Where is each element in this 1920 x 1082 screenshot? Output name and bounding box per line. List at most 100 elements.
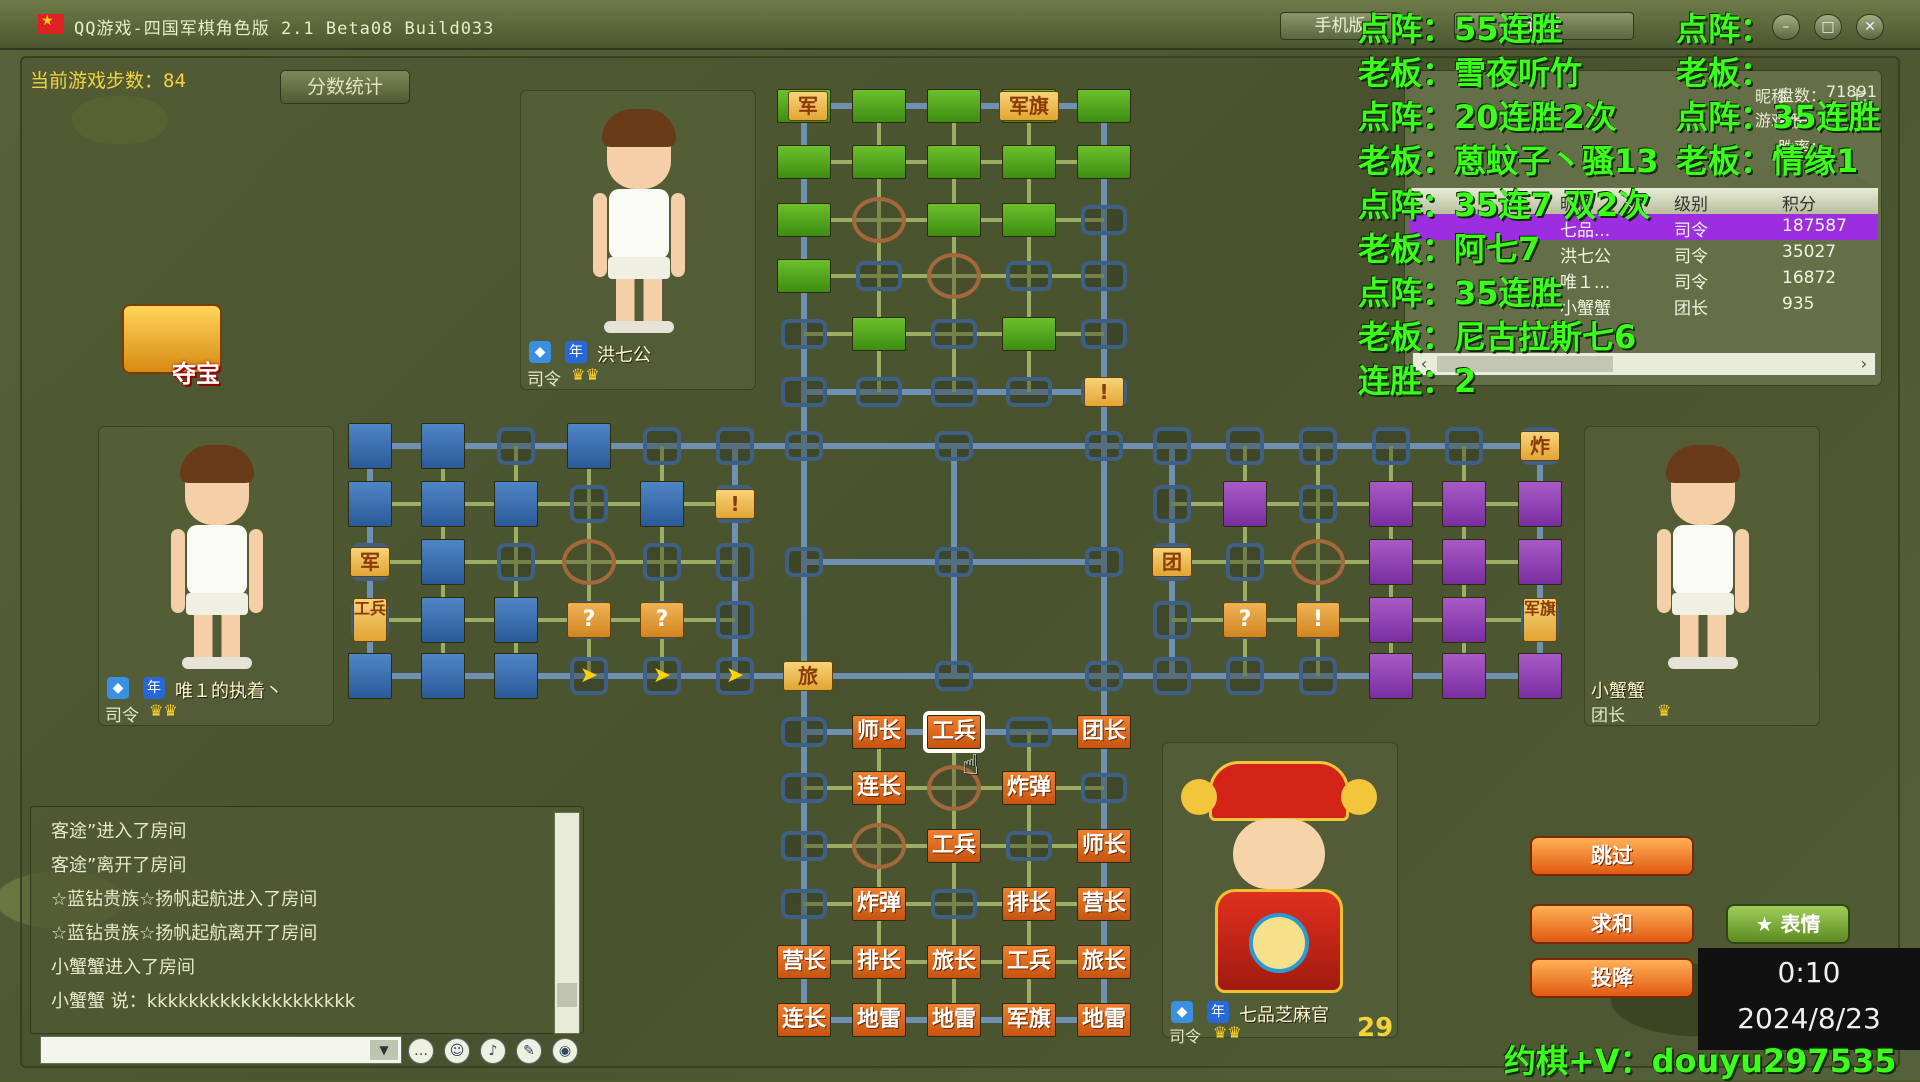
- enemy-piece[interactable]: [348, 423, 392, 469]
- chat-scrollbar[interactable]: [554, 812, 580, 1034]
- board-mark[interactable]: 团: [1152, 547, 1192, 577]
- my-piece[interactable]: 炸弹: [1002, 771, 1056, 805]
- col-score[interactable]: 积分: [1782, 190, 1816, 215]
- my-piece[interactable]: 师长: [852, 715, 906, 749]
- board-node[interactable]: [935, 431, 973, 461]
- board-node[interactable]: [931, 319, 977, 349]
- my-piece[interactable]: 排长: [1002, 887, 1056, 921]
- my-piece[interactable]: 连长: [852, 771, 906, 805]
- surrender-button[interactable]: 投降: [1530, 958, 1694, 998]
- enemy-piece[interactable]: [1442, 653, 1486, 699]
- my-piece[interactable]: 营长: [1077, 887, 1131, 921]
- scroll-thumb[interactable]: [557, 983, 577, 1007]
- enemy-piece[interactable]: [494, 481, 538, 527]
- camp-node[interactable]: [927, 253, 981, 299]
- my-piece[interactable]: 军旗: [1002, 1003, 1056, 1037]
- board-node[interactable]: [781, 773, 827, 803]
- enemy-piece[interactable]: [1002, 145, 1056, 179]
- my-piece[interactable]: 工兵: [927, 829, 981, 863]
- board-node[interactable]: [1153, 427, 1191, 465]
- enemy-piece[interactable]: [852, 317, 906, 351]
- my-piece[interactable]: 连长: [777, 1003, 831, 1037]
- board-node[interactable]: [716, 427, 754, 465]
- enemy-piece[interactable]: [852, 89, 906, 123]
- enemy-piece[interactable]: [1223, 481, 1267, 527]
- enemy-piece[interactable]: [567, 423, 611, 469]
- enemy-piece[interactable]: [421, 423, 465, 469]
- board-node[interactable]: [935, 547, 973, 577]
- enemy-piece[interactable]: [494, 597, 538, 643]
- my-piece[interactable]: 地雷: [1077, 1003, 1131, 1037]
- board-node[interactable]: [716, 543, 754, 581]
- enemy-piece[interactable]: [421, 539, 465, 585]
- board-node[interactable]: [1006, 377, 1052, 407]
- board-node[interactable]: [781, 319, 827, 349]
- board-mark[interactable]: 旅: [783, 661, 833, 691]
- board-node[interactable]: [1081, 205, 1127, 235]
- board-mark[interactable]: 军旗: [999, 91, 1059, 121]
- enemy-piece[interactable]: [1369, 539, 1413, 585]
- enemy-piece[interactable]: [1369, 653, 1413, 699]
- board-node[interactable]: [935, 661, 973, 691]
- enemy-piece[interactable]: [1077, 145, 1131, 179]
- chat-input[interactable]: [40, 1036, 402, 1064]
- board-node[interactable]: [781, 831, 827, 861]
- board-node[interactable]: [1153, 601, 1191, 639]
- board-node[interactable]: [785, 431, 823, 461]
- sound-icon[interactable]: ♪: [480, 1038, 506, 1064]
- board-mark[interactable]: 军: [788, 91, 828, 121]
- chat-bubble-icon[interactable]: …: [408, 1038, 434, 1064]
- my-piece[interactable]: 工兵: [1002, 945, 1056, 979]
- enemy-piece[interactable]: [927, 203, 981, 237]
- board-node[interactable]: [1445, 427, 1483, 465]
- board-node[interactable]: [781, 889, 827, 919]
- col-rank[interactable]: 级别: [1674, 190, 1708, 215]
- enemy-piece[interactable]: [1442, 481, 1486, 527]
- board-mark[interactable]: ?: [567, 602, 611, 638]
- my-piece[interactable]: 地雷: [927, 1003, 981, 1037]
- board-node[interactable]: [931, 377, 977, 407]
- board-mark[interactable]: 炸: [1520, 431, 1560, 461]
- board-node[interactable]: [1299, 427, 1337, 465]
- enemy-piece[interactable]: [421, 653, 465, 699]
- enemy-piece[interactable]: [777, 259, 831, 293]
- enemy-piece[interactable]: [1002, 317, 1056, 351]
- my-piece[interactable]: 工兵: [923, 711, 985, 753]
- board-node[interactable]: [1085, 547, 1123, 577]
- my-piece[interactable]: 旅长: [1077, 945, 1131, 979]
- board-node[interactable]: [1081, 319, 1127, 349]
- board-node[interactable]: [497, 427, 535, 465]
- skip-button[interactable]: 跳过: [1530, 836, 1694, 876]
- enemy-piece[interactable]: [1518, 653, 1562, 699]
- board-node[interactable]: [643, 543, 681, 581]
- my-piece[interactable]: 地雷: [852, 1003, 906, 1037]
- board-node[interactable]: [570, 485, 608, 523]
- board-node[interactable]: [1081, 773, 1127, 803]
- enemy-piece[interactable]: [1369, 597, 1413, 643]
- my-piece[interactable]: 营长: [777, 945, 831, 979]
- board-mark[interactable]: !: [1084, 377, 1124, 407]
- camp-node[interactable]: [1291, 539, 1345, 585]
- enemy-piece[interactable]: [348, 481, 392, 527]
- my-piece[interactable]: 炸弹: [852, 887, 906, 921]
- board-node[interactable]: [1081, 261, 1127, 291]
- board-node[interactable]: [1299, 657, 1337, 695]
- enemy-piece[interactable]: [777, 203, 831, 237]
- board-mark[interactable]: 军旗: [1523, 598, 1557, 642]
- board-node[interactable]: [931, 889, 977, 919]
- board-node[interactable]: [1006, 831, 1052, 861]
- scroll-right-icon[interactable]: ›: [1853, 353, 1875, 375]
- board-node[interactable]: [781, 377, 827, 407]
- camp-node[interactable]: [852, 197, 906, 243]
- board-node[interactable]: [497, 543, 535, 581]
- my-piece[interactable]: 师长: [1077, 829, 1131, 863]
- draw-button[interactable]: 求和: [1530, 904, 1694, 944]
- board-node[interactable]: [785, 547, 823, 577]
- enemy-piece[interactable]: [1518, 539, 1562, 585]
- emote-button[interactable]: ★ 表情: [1726, 904, 1850, 944]
- enemy-piece[interactable]: [494, 653, 538, 699]
- board-node[interactable]: [1299, 485, 1337, 523]
- my-piece[interactable]: 排长: [852, 945, 906, 979]
- enemy-piece[interactable]: [1518, 481, 1562, 527]
- board-mark[interactable]: ?: [1223, 602, 1267, 638]
